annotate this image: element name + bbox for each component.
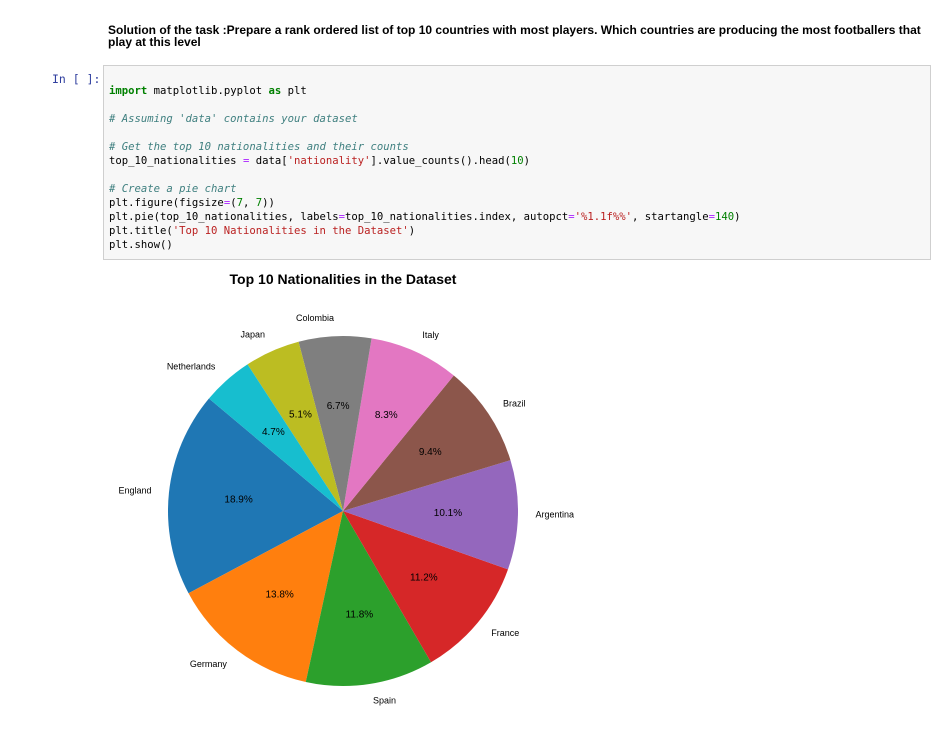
pie-label-england: England (119, 485, 152, 495)
pie-pct-brazil: 9.4% (419, 447, 442, 458)
code-string: '%1.1f%%' (574, 211, 633, 223)
chart-title: Top 10 Nationalities in the Dataset (230, 271, 457, 287)
code-token: data[ (249, 155, 288, 167)
pie-pct-italy: 8.3% (375, 410, 398, 421)
code-token: plt.title( (109, 225, 173, 237)
code-number: 10 (510, 155, 524, 167)
code-comment: # Get the top 10 nationalities and their… (109, 141, 409, 153)
code-string: 'nationality' (287, 155, 371, 167)
pie-pct-france: 11.2% (410, 573, 438, 584)
code-token: plt.figure(figsize (109, 197, 224, 209)
code-comment: # Create a pie chart (109, 183, 237, 195)
pie-pct-spain: 11.8% (346, 609, 374, 620)
pie-pct-england: 18.9% (224, 495, 252, 506)
pie-pct-germany: 13.8% (265, 589, 293, 600)
pie-label-brazil: Brazil (503, 398, 526, 408)
kw-import: import (109, 85, 148, 97)
pie-label-spain: Spain (373, 696, 396, 706)
code-token: ) (523, 155, 531, 167)
pie-label-italy: Italy (422, 330, 439, 340)
pie-pct-colombia: 6.7% (327, 401, 350, 412)
pie-chart: Top 10 Nationalities in the Dataset Engl… (119, 271, 574, 706)
pie-label-france: France (491, 628, 519, 638)
code-token: top_10_nationalities (109, 155, 243, 167)
pie-label-japan: Japan (240, 329, 265, 339)
code-token: plt.show() (109, 239, 173, 251)
markdown-task-text: Solution of the task :Prepare a rank ord… (108, 23, 921, 49)
pie-pct-japan: 5.1% (289, 410, 312, 421)
code-string: 'Top 10 Nationalities in the Dataset' (172, 225, 409, 237)
code-token: matplotlib.pyplot (147, 85, 269, 97)
code-token: plt.pie(top_10_nationalities, labels (109, 211, 339, 223)
code-token: , (242, 197, 256, 209)
pie-label-netherlands: Netherlands (167, 361, 216, 371)
kw-as: as (268, 85, 282, 97)
code-cell-input[interactable]: import matplotlib.pyplot as plt # Assumi… (103, 65, 931, 260)
pie-label-colombia: Colombia (296, 313, 334, 323)
pie-pct-argentina: 10.1% (434, 508, 462, 519)
code-token: )) (262, 197, 275, 209)
pie-label-germany: Germany (190, 659, 228, 669)
code-token: ) (408, 225, 416, 237)
cell-output: Top 10 Nationalities in the Dataset Engl… (103, 262, 723, 728)
code-token: ) (734, 211, 741, 223)
code-editor[interactable]: import matplotlib.pyplot as plt # Assumi… (109, 84, 741, 252)
cell-prompt: In [ ]: (52, 72, 101, 86)
code-comment: # Assuming 'data' contains your dataset (109, 113, 358, 125)
pie-pct-netherlands: 4.7% (262, 427, 285, 438)
code-token: ].value_counts().head( (370, 155, 511, 167)
code-number: 140 (714, 211, 735, 223)
pie-label-argentina: Argentina (535, 510, 574, 520)
code-token: , startangle (632, 211, 709, 223)
code-token: top_10_nationalities.index, autopct (345, 211, 569, 223)
code-token: plt (281, 85, 307, 97)
